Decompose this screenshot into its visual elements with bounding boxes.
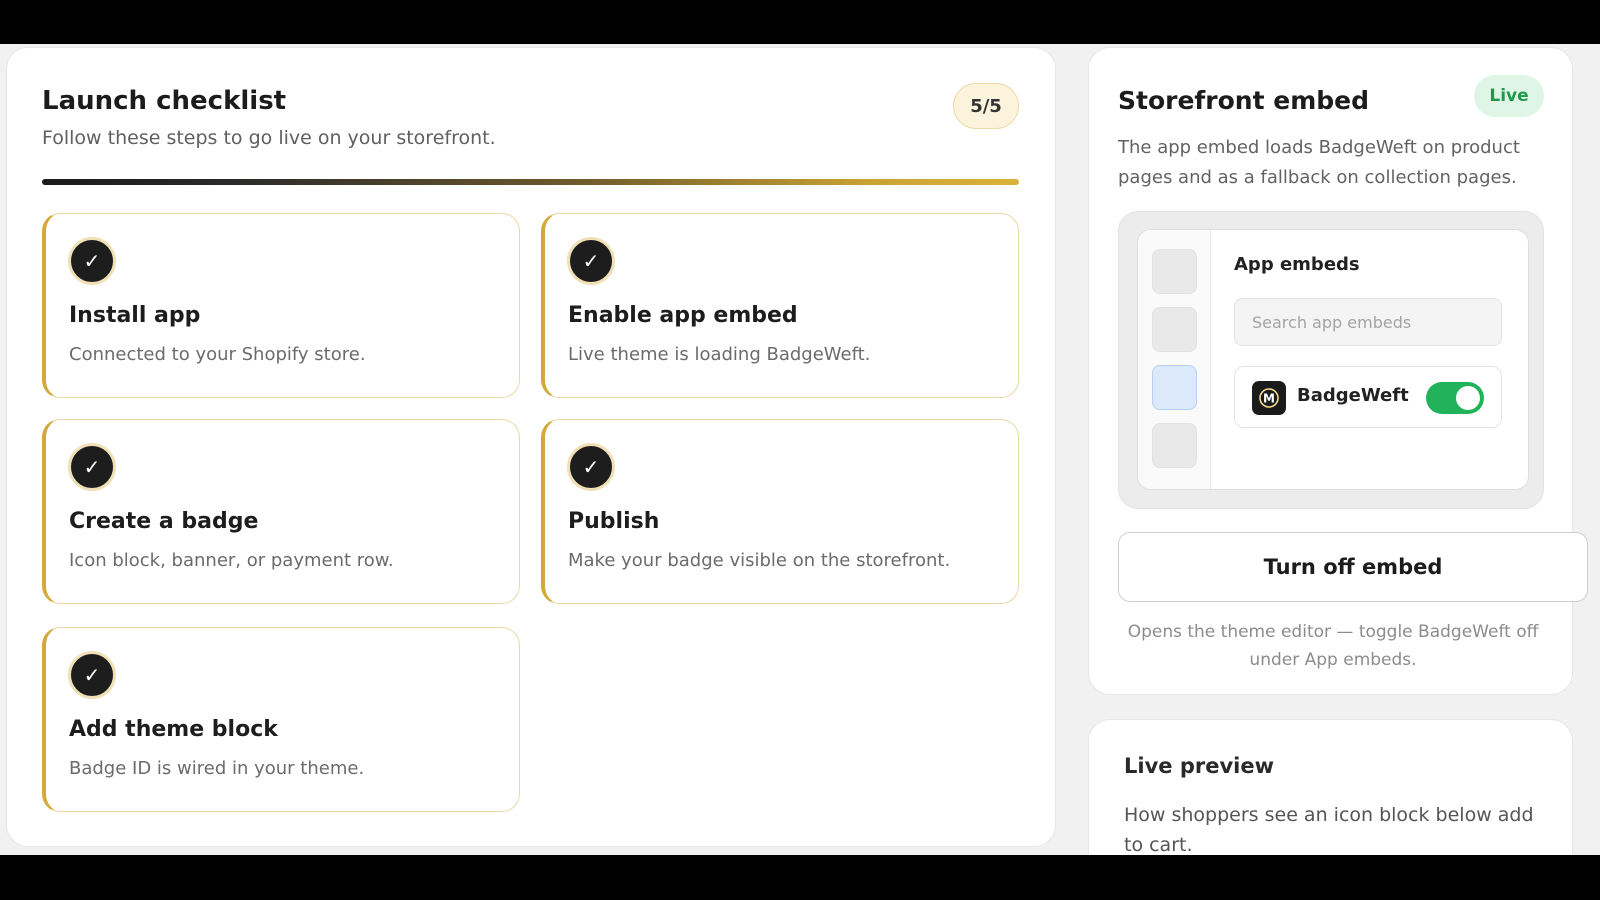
search-app-embeds-input: Search app embeds	[1234, 298, 1502, 346]
launch-checklist-card: Launch checklist Follow these steps to g…	[6, 47, 1056, 847]
step-description: Connected to your Shopify store.	[69, 344, 366, 365]
checklist-title: Launch checklist	[42, 86, 287, 116]
checklist-progress-fill	[42, 179, 1019, 185]
app-name: BadgeWeft	[1297, 385, 1409, 406]
status-badge: Live	[1474, 75, 1544, 117]
storefront-embed-card: Storefront embed Live The app embed load…	[1088, 47, 1588, 695]
step-create-a-badge[interactable]: ✓ Create a badge Icon block, banner, or …	[42, 419, 520, 604]
app-embed-row: M BadgeWeft	[1234, 366, 1502, 428]
preview-title: Live preview	[1124, 754, 1274, 778]
step-publish[interactable]: ✓ Publish Make your badge visible on the…	[541, 419, 1019, 604]
checkmark-icon: ✓	[68, 651, 116, 699]
step-description: Icon block, banner, or payment row.	[69, 550, 394, 571]
rail-button-active	[1152, 365, 1197, 410]
editor-sidebar-rail	[1138, 230, 1211, 489]
step-title: Publish	[568, 509, 660, 534]
rail-button	[1152, 423, 1197, 468]
checkmark-icon: ✓	[567, 443, 615, 491]
live-preview-card: Live preview How shoppers see an icon bl…	[1088, 719, 1573, 855]
step-title: Create a badge	[69, 509, 259, 534]
turn-off-embed-button[interactable]: Turn off embed	[1118, 532, 1588, 602]
svg-text:M: M	[1263, 392, 1275, 406]
embed-helper-text: Opens the theme editor — toggle BadgeWef…	[1127, 622, 1539, 670]
checkmark-icon: ✓	[68, 237, 116, 285]
step-install-app[interactable]: ✓ Install app Connected to your Shopify …	[42, 213, 520, 398]
step-description: Make your badge visible on the storefron…	[568, 550, 951, 571]
badgeweft-logo-icon: M	[1252, 381, 1286, 415]
embed-description: The app embed loads BadgeWeft on product…	[1118, 137, 1520, 188]
step-title: Add theme block	[69, 717, 278, 742]
app-embeds-heading: App embeds	[1234, 254, 1360, 275]
app-stage: Launch checklist Follow these steps to g…	[0, 44, 1600, 855]
embed-toggle	[1426, 382, 1484, 414]
embed-title: Storefront embed	[1118, 86, 1370, 115]
checklist-progress-bar	[42, 179, 1019, 185]
checklist-count-badge: 5/5	[953, 83, 1019, 129]
step-add-theme-block[interactable]: ✓ Add theme block Badge ID is wired in y…	[42, 627, 520, 812]
step-description: Badge ID is wired in your theme.	[69, 758, 365, 779]
rail-button	[1152, 307, 1197, 352]
checklist-subtitle: Follow these steps to go live on your st…	[42, 127, 496, 149]
checkmark-icon: ✓	[68, 443, 116, 491]
theme-editor-panel: App embeds Search app embeds M BadgeWeft	[1137, 229, 1529, 490]
checkmark-icon: ✓	[567, 237, 615, 285]
step-title: Install app	[69, 303, 201, 328]
step-description: Live theme is loading BadgeWeft.	[568, 344, 871, 365]
rail-button	[1152, 249, 1197, 294]
toggle-knob	[1456, 386, 1480, 410]
theme-editor-mockup: App embeds Search app embeds M BadgeWeft	[1118, 211, 1544, 509]
step-enable-app-embed[interactable]: ✓ Enable app embed Live theme is loading…	[541, 213, 1019, 398]
preview-description: How shoppers see an icon block below add…	[1124, 804, 1534, 855]
step-title: Enable app embed	[568, 303, 798, 328]
